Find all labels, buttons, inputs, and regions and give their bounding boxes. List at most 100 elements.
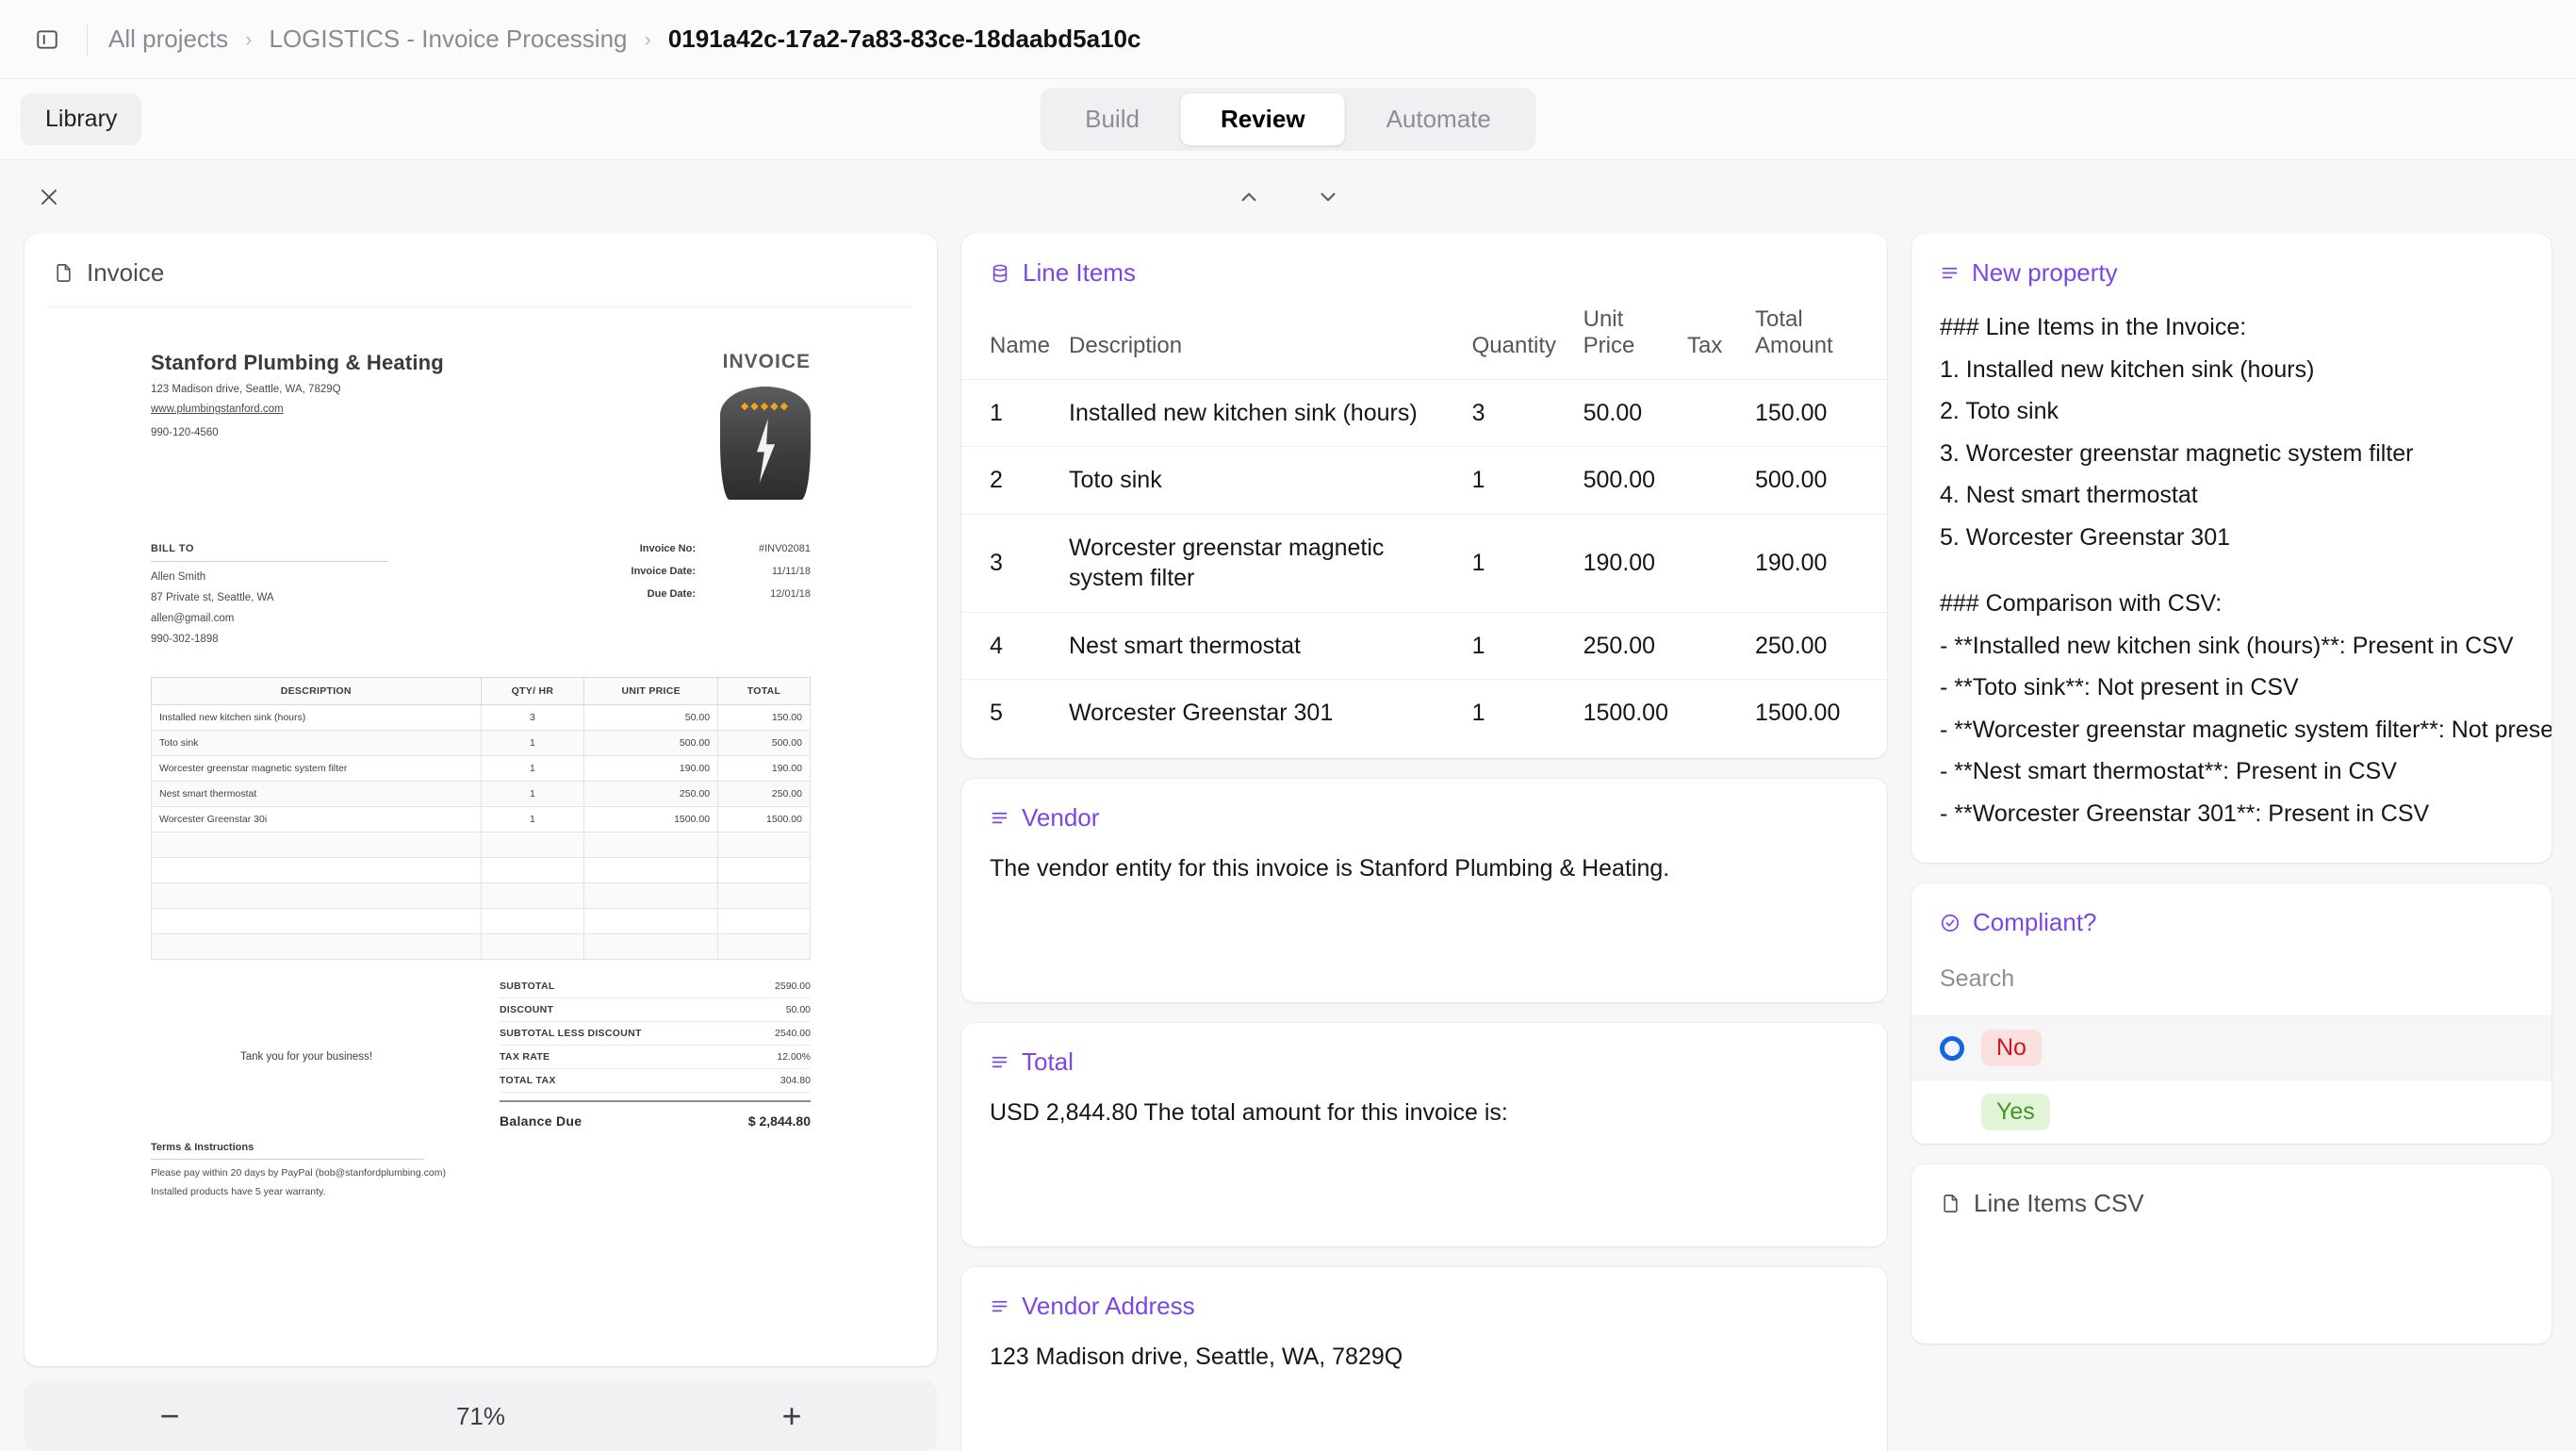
compliant-search-input[interactable] bbox=[1911, 956, 2551, 1015]
invoice-row-total: 250.00 bbox=[717, 781, 811, 807]
invoice-empty-cell bbox=[717, 908, 811, 934]
invoice-row-unit-price: 250.00 bbox=[583, 781, 719, 807]
total-card: Total USD 2,844.80 The total amount for … bbox=[961, 1022, 1887, 1246]
invoice-bill-to-phone: 990-302-1898 bbox=[151, 634, 219, 645]
invoice-empty-cell bbox=[583, 832, 719, 858]
line-item-total-amount: 1500.00 bbox=[1746, 679, 1887, 747]
line-item-row[interactable]: 2 Toto sink 1 500.00 500.00 bbox=[961, 446, 1887, 515]
line-item-tax bbox=[1678, 611, 1746, 680]
invoice-table-row: Installed new kitchen sink (hours) 3 50.00… bbox=[151, 704, 811, 731]
line-item-name: 3 bbox=[961, 513, 1060, 613]
line-item-tax bbox=[1678, 446, 1746, 515]
document-panel: Invoice Stanford Plumbing & Heating 123 … bbox=[25, 234, 937, 1451]
invoice-row-description: Worcester greenstar magnetic system filt… bbox=[151, 755, 482, 782]
check-circle-icon bbox=[1940, 913, 1961, 933]
new-property-title: New property bbox=[1972, 258, 2118, 287]
invoice-row-qty: 1 bbox=[480, 806, 585, 833]
compliant-option-no[interactable]: No bbox=[1911, 1015, 2551, 1080]
line-item-row[interactable]: 1 Installed new kitchen sink (hours) 3 50.0… bbox=[961, 378, 1887, 447]
invoice-terms-line: Installed products have 5 year warranty. bbox=[151, 1186, 326, 1197]
invoice-meta: Invoice No: #INV02081 Invoice Date: 11/1… bbox=[528, 543, 811, 645]
line-item-tax bbox=[1678, 378, 1746, 447]
invoice-meta-row: Invoice Date: 11/11/18 bbox=[528, 566, 811, 577]
invoice-row-unit-price: 500.00 bbox=[583, 730, 719, 756]
total-tax-value: 304.80 bbox=[779, 1075, 811, 1086]
line-items-csv-card: Line Items CSV bbox=[1911, 1164, 2551, 1344]
vendor-address-value[interactable]: 123 Madison drive, Seattle, WA, 7829Q bbox=[961, 1340, 1887, 1451]
zoom-level-label: 71% bbox=[455, 1401, 506, 1430]
csv-comparison-line: - **Worcester Greenstar 301**: Present i… bbox=[1940, 800, 2430, 827]
invoice-due-date-label: Due Date: bbox=[647, 588, 696, 600]
vendor-title: Vendor bbox=[1022, 802, 1100, 832]
invoice-terms-line: Please pay within 20 days by PayPal (bob… bbox=[151, 1167, 446, 1179]
new-property-item: 2. Toto sink bbox=[1940, 398, 2059, 424]
invoice-company-website[interactable]: www.plumbingstanford.com bbox=[151, 404, 284, 415]
new-property-heading-2: ### Comparison with CSV: bbox=[1940, 590, 2223, 617]
invoice-bill-to-name: Allen Smith bbox=[151, 571, 206, 583]
line-item-row[interactable]: 3 Worcester greenstar magnetic system fil… bbox=[961, 513, 1887, 613]
zoom-out-button[interactable]: − bbox=[147, 1399, 192, 1433]
line-item-row[interactable]: 5 Worcester Greenstar 301 1 1500.00 1500.00 bbox=[961, 679, 1887, 747]
total-value[interactable]: USD 2,844.80 The total amount for this i… bbox=[961, 1096, 1887, 1246]
next-record-button[interactable] bbox=[1307, 176, 1349, 218]
invoice-empty-cell bbox=[717, 857, 811, 883]
balance-due-label: Balance Due bbox=[500, 1113, 582, 1129]
company-logo: ◆◆◆◆◆ bbox=[720, 387, 811, 500]
line-items-title: Line Items bbox=[1023, 258, 1136, 287]
invoice-row-description: Installed new kitchen sink (hours) bbox=[151, 704, 482, 731]
new-property-value[interactable]: ### Line Items in the Invoice: 1. Instal… bbox=[1911, 306, 2551, 834]
breadcrumb-project[interactable]: LOGISTICS - Invoice Processing bbox=[269, 25, 627, 54]
library-button[interactable]: Library bbox=[21, 93, 142, 145]
radio-selected-icon[interactable] bbox=[1940, 1035, 1964, 1061]
invoice-bill-to-email: allen@gmail.com bbox=[151, 613, 235, 624]
tab-review[interactable]: Review bbox=[1180, 93, 1345, 145]
line-items-header: Line Items bbox=[961, 234, 1887, 306]
invoice-empty-cell bbox=[480, 857, 585, 883]
invoice-title: INVOICE bbox=[722, 351, 811, 372]
line-items-csv-title: Line Items CSV bbox=[1974, 1189, 2144, 1217]
invoice-empty-cell bbox=[583, 882, 719, 909]
document-viewport[interactable]: Stanford Plumbing & Heating 123 Madison … bbox=[49, 306, 912, 1366]
invoice-row-qty: 1 bbox=[480, 730, 585, 756]
line-item-row[interactable]: 4 Nest smart thermostat 1 250.00 250.00 bbox=[961, 611, 1887, 680]
compliant-header: Compliant? bbox=[1911, 883, 2551, 956]
compliant-option-yes[interactable]: Yes bbox=[1911, 1080, 2551, 1144]
tab-build[interactable]: Build bbox=[1045, 93, 1179, 145]
document-icon bbox=[1940, 1193, 1961, 1214]
new-property-heading-1: ### Line Items in the Invoice: bbox=[1940, 314, 2247, 340]
invoice-empty-cell bbox=[480, 882, 585, 909]
line-item-description: Worcester Greenstar 301 bbox=[1059, 679, 1463, 747]
invoice-meta-row: Due Date: 12/01/18 bbox=[528, 588, 811, 600]
invoice-table-empty-row bbox=[151, 857, 811, 883]
vendor-value[interactable]: The vendor entity for this invoice is St… bbox=[961, 851, 1887, 1002]
column-header-description: Description bbox=[1069, 333, 1183, 359]
tab-automate[interactable]: Automate bbox=[1347, 93, 1531, 145]
invoice-table-header-row: DESCRIPTION QTY/ HR UNIT PRICE TOTAL bbox=[151, 677, 811, 705]
new-property-item: 5. Worcester Greenstar 301 bbox=[1940, 523, 2231, 551]
mode-tab-group: Build Review Automate bbox=[1040, 88, 1536, 151]
invoice-table-empty-row bbox=[151, 832, 811, 858]
radio-unselected-icon[interactable] bbox=[1940, 1100, 1964, 1125]
previous-record-button[interactable] bbox=[1228, 176, 1270, 218]
new-property-item: 3. Worcester greenstar magnetic system f… bbox=[1940, 439, 2414, 467]
invoice-row-unit-price: 190.00 bbox=[583, 755, 719, 782]
line-item-tax bbox=[1678, 513, 1746, 613]
breadcrumb-all-projects[interactable]: All projects bbox=[108, 25, 228, 54]
sidebar-toggle-button[interactable] bbox=[28, 21, 66, 58]
new-property-header: New property bbox=[1911, 234, 2551, 306]
zoom-in-button[interactable]: + bbox=[769, 1399, 814, 1433]
breadcrumb-current-document-id: 0191a42c-17a2-7a83-83ce-18daabd5a10c bbox=[667, 25, 1141, 53]
line-item-description: Installed new kitchen sink (hours) bbox=[1059, 378, 1463, 447]
invoice-totals: SUBTOTAL 2590.00 DISCOUNT 50.00 SUBTOTAL… bbox=[500, 975, 811, 1134]
document-panel-header: Invoice bbox=[25, 234, 937, 306]
new-property-card: New property ### Line Items in the Invoi… bbox=[1911, 234, 2551, 863]
close-button[interactable] bbox=[28, 176, 70, 218]
invoice-bill-to-label: BILL TO bbox=[151, 543, 388, 562]
invoice-date-label: Invoice Date: bbox=[631, 566, 696, 577]
text-lines-icon bbox=[990, 1296, 1009, 1316]
column-header-tax: Tax bbox=[1687, 333, 1723, 359]
invoice-company-phone: 990-120-4560 bbox=[151, 427, 219, 438]
review-workspace: Invoice Stanford Plumbing & Heating 123 … bbox=[0, 234, 2576, 1451]
invoice-terms-title: Terms & Instructions bbox=[151, 1142, 424, 1160]
invoice-total-row: TAX RATE 12.00% bbox=[500, 1046, 811, 1069]
